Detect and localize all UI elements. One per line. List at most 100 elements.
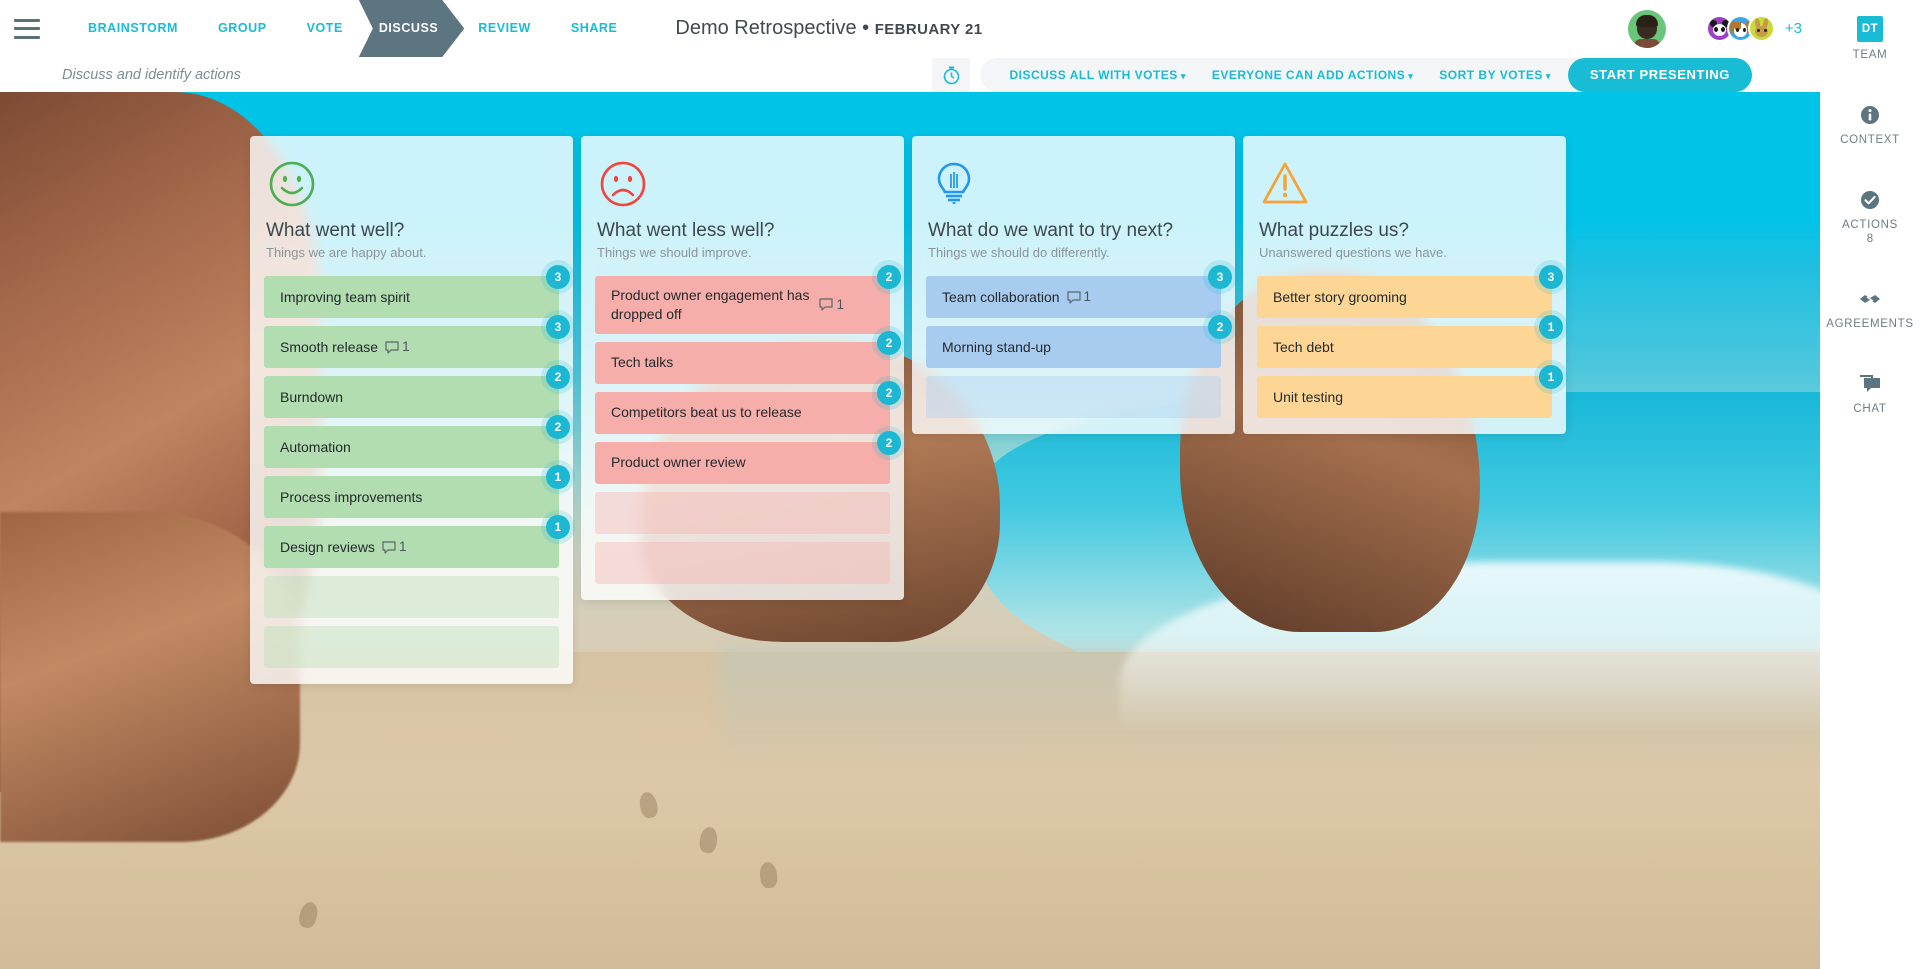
idea-card-text: Design reviews xyxy=(280,538,375,555)
current-user-avatar[interactable] xyxy=(1627,9,1666,48)
smiley-happy-icon xyxy=(269,161,315,207)
idea-card[interactable]: Smooth release 1 3 xyxy=(264,315,570,368)
sidebar-item-context[interactable]: CONTEXT xyxy=(1820,103,1920,146)
toolbar-dropdown-label: EVERYONE CAN ADD ACTIONS xyxy=(1211,67,1406,82)
comment-bubble-icon xyxy=(382,540,396,554)
toolbar-dropdown-0[interactable]: DISCUSS ALL WITH VOTES ▾ xyxy=(996,68,1198,82)
chevron-down-icon: ▾ xyxy=(1545,70,1551,81)
hamburger-menu-icon[interactable] xyxy=(14,18,40,39)
page-title: Demo Retrospective • FEBRUARY 21 xyxy=(675,17,982,40)
board-name: Demo Retrospective • xyxy=(675,17,875,39)
idea-card[interactable]: Better story grooming 3 xyxy=(1257,265,1563,318)
idea-card[interactable]: Team collaboration 1 3 xyxy=(926,265,1232,318)
check-circle-icon xyxy=(1861,191,1879,209)
toolbar-dropdown-label: DISCUSS ALL WITH VOTES xyxy=(1009,67,1178,82)
top-header: BRAINSTORM GROUP VOTE DISCUSS REVIEW SHARE De… xyxy=(0,0,1820,57)
idea-card[interactable]: Process improvements 1 xyxy=(264,465,570,518)
comment-count[interactable]: 1 xyxy=(819,296,844,314)
chat-bubble-icon xyxy=(1860,375,1880,392)
vote-count-badge[interactable]: 2 xyxy=(877,265,901,289)
sidebar-item-label: ACTIONS xyxy=(1841,219,1898,231)
idea-card[interactable]: Design reviews 1 1 xyxy=(264,515,570,568)
board-date: FEBRUARY 21 xyxy=(874,21,983,38)
sidebar-icon-wrapper xyxy=(1858,103,1882,127)
board-toolbar: DISCUSS ALL WITH VOTES ▾ EVERYONE CAN ADD … xyxy=(932,57,1820,92)
column-title: What do we want to try next? xyxy=(928,220,1174,241)
idea-card-text: Tech talks xyxy=(611,354,674,371)
idea-card[interactable]: Morning stand-up 2 xyxy=(926,315,1232,368)
comment-count[interactable]: 1 xyxy=(382,538,406,556)
avatar-rabbit[interactable] xyxy=(1747,15,1775,42)
vote-count-badge[interactable]: 2 xyxy=(877,330,901,355)
column-subtitle: Unanswered questions we have. xyxy=(1259,245,1447,260)
comment-count[interactable]: 1 xyxy=(385,338,410,356)
phase-tab-discuss[interactable]: DISCUSS xyxy=(359,0,464,57)
idea-card[interactable]: Automation 2 xyxy=(264,415,570,468)
vote-count-badge[interactable]: 3 xyxy=(546,315,570,339)
avatar-body xyxy=(1633,38,1660,48)
dog-eye-right xyxy=(1742,28,1746,32)
phase-tab-group[interactable]: GROUP xyxy=(198,0,287,57)
column-went-well: What went well? Things we are happy about… xyxy=(250,136,573,684)
idea-card[interactable]: Product owner engagement has dropped off… xyxy=(595,265,901,334)
idea-card[interactable]: Tech talks 2 xyxy=(595,330,901,384)
comment-count[interactable]: 1 xyxy=(1066,288,1091,306)
vote-count-badge[interactable]: 2 xyxy=(877,430,901,455)
sidebar-item-chat[interactable]: CHAT xyxy=(1820,372,1920,415)
card-list: Better story grooming 3 Tech debt 1 Unit tes… xyxy=(1257,265,1563,418)
toolbar-dropdown-2[interactable]: SORT BY VOTES ▾ xyxy=(1426,68,1564,82)
timer-button[interactable] xyxy=(932,57,971,92)
comment-count-value: 1 xyxy=(836,296,844,312)
idea-card[interactable]: Product owner review 2 xyxy=(595,430,901,484)
idea-card-text: Process improvements xyxy=(280,488,423,505)
idea-card[interactable]: Burndown 2 xyxy=(264,365,570,418)
vote-count-badge[interactable]: 1 xyxy=(546,465,570,489)
sidebar-item-label: CHAT xyxy=(1853,403,1887,415)
vote-count-badge[interactable]: 3 xyxy=(546,265,570,289)
vote-count-badge[interactable]: 3 xyxy=(1208,265,1232,289)
phase-tab-share[interactable]: SHARE xyxy=(551,0,638,57)
start-presenting-button[interactable]: START PRESENTING xyxy=(1567,57,1752,92)
sidebar-icon-wrapper: DT xyxy=(1857,16,1883,42)
vote-count-badge[interactable]: 2 xyxy=(877,380,901,405)
sidebar-item-count: 8 xyxy=(1866,233,1874,245)
card-list: Improving team spirit 3 Smooth release 1 3 Bu… xyxy=(264,265,570,668)
vote-count-badge[interactable]: 2 xyxy=(1208,315,1232,339)
comment-bubble-icon xyxy=(1066,290,1081,304)
smiley-sad-icon xyxy=(600,161,646,207)
card-list: Team collaboration 1 3 Morning stand-up 2 xyxy=(926,265,1232,418)
column-went-less-well: What went less well? Things we should imp… xyxy=(581,136,904,600)
column-title: What puzzles us? xyxy=(1259,220,1409,241)
sidebar-item-actions[interactable]: ACTIONS 8 xyxy=(1820,188,1920,245)
idea-card[interactable]: Tech debt 1 xyxy=(1257,315,1563,368)
sidebar-icon-wrapper xyxy=(1858,287,1882,311)
vote-count-badge[interactable]: 2 xyxy=(546,365,570,389)
phase-tab-review[interactable]: REVIEW xyxy=(458,0,551,57)
card-placeholder xyxy=(264,576,559,618)
chevron-down-icon: ▾ xyxy=(1180,70,1186,81)
column-subtitle: Things we should do differently. xyxy=(928,245,1110,260)
vote-count-badge[interactable]: 1 xyxy=(1539,365,1563,389)
idea-card[interactable]: Competitors beat us to release 2 xyxy=(595,380,901,434)
comment-count-value: 1 xyxy=(402,338,410,354)
phase-tab-brainstorm[interactable]: BRAINSTORM xyxy=(68,0,198,57)
idea-card-text: Morning stand-up xyxy=(942,338,1051,355)
more-participants-count[interactable]: +3 xyxy=(1785,20,1802,37)
toolbar-dropdown-label: SORT BY VOTES xyxy=(1439,67,1543,82)
sidebar-icon-wrapper xyxy=(1858,188,1882,212)
stopwatch-icon xyxy=(943,66,960,84)
header-right-cluster: +3 xyxy=(1627,9,1820,48)
vote-count-badge[interactable]: 1 xyxy=(546,515,570,539)
vote-count-badge[interactable]: 1 xyxy=(1539,315,1563,339)
column-list: What went well? Things we are happy about… xyxy=(0,92,1820,969)
sidebar-item-agreements[interactable]: AGREEMENTS xyxy=(1820,287,1920,330)
participant-avatars xyxy=(1705,15,1775,42)
idea-card-text: Product owner engagement has dropped off xyxy=(611,287,810,322)
vote-count-badge[interactable]: 3 xyxy=(1539,265,1563,289)
sidebar-item-team[interactable]: DT TEAM xyxy=(1820,16,1920,61)
idea-card[interactable]: Unit testing 1 xyxy=(1257,365,1563,418)
vote-count-badge[interactable]: 2 xyxy=(546,415,570,439)
idea-card[interactable]: Improving team spirit 3 xyxy=(264,265,570,318)
phase-tab-vote[interactable]: VOTE xyxy=(287,0,363,57)
toolbar-dropdown-1[interactable]: EVERYONE CAN ADD ACTIONS ▾ xyxy=(1199,68,1426,82)
